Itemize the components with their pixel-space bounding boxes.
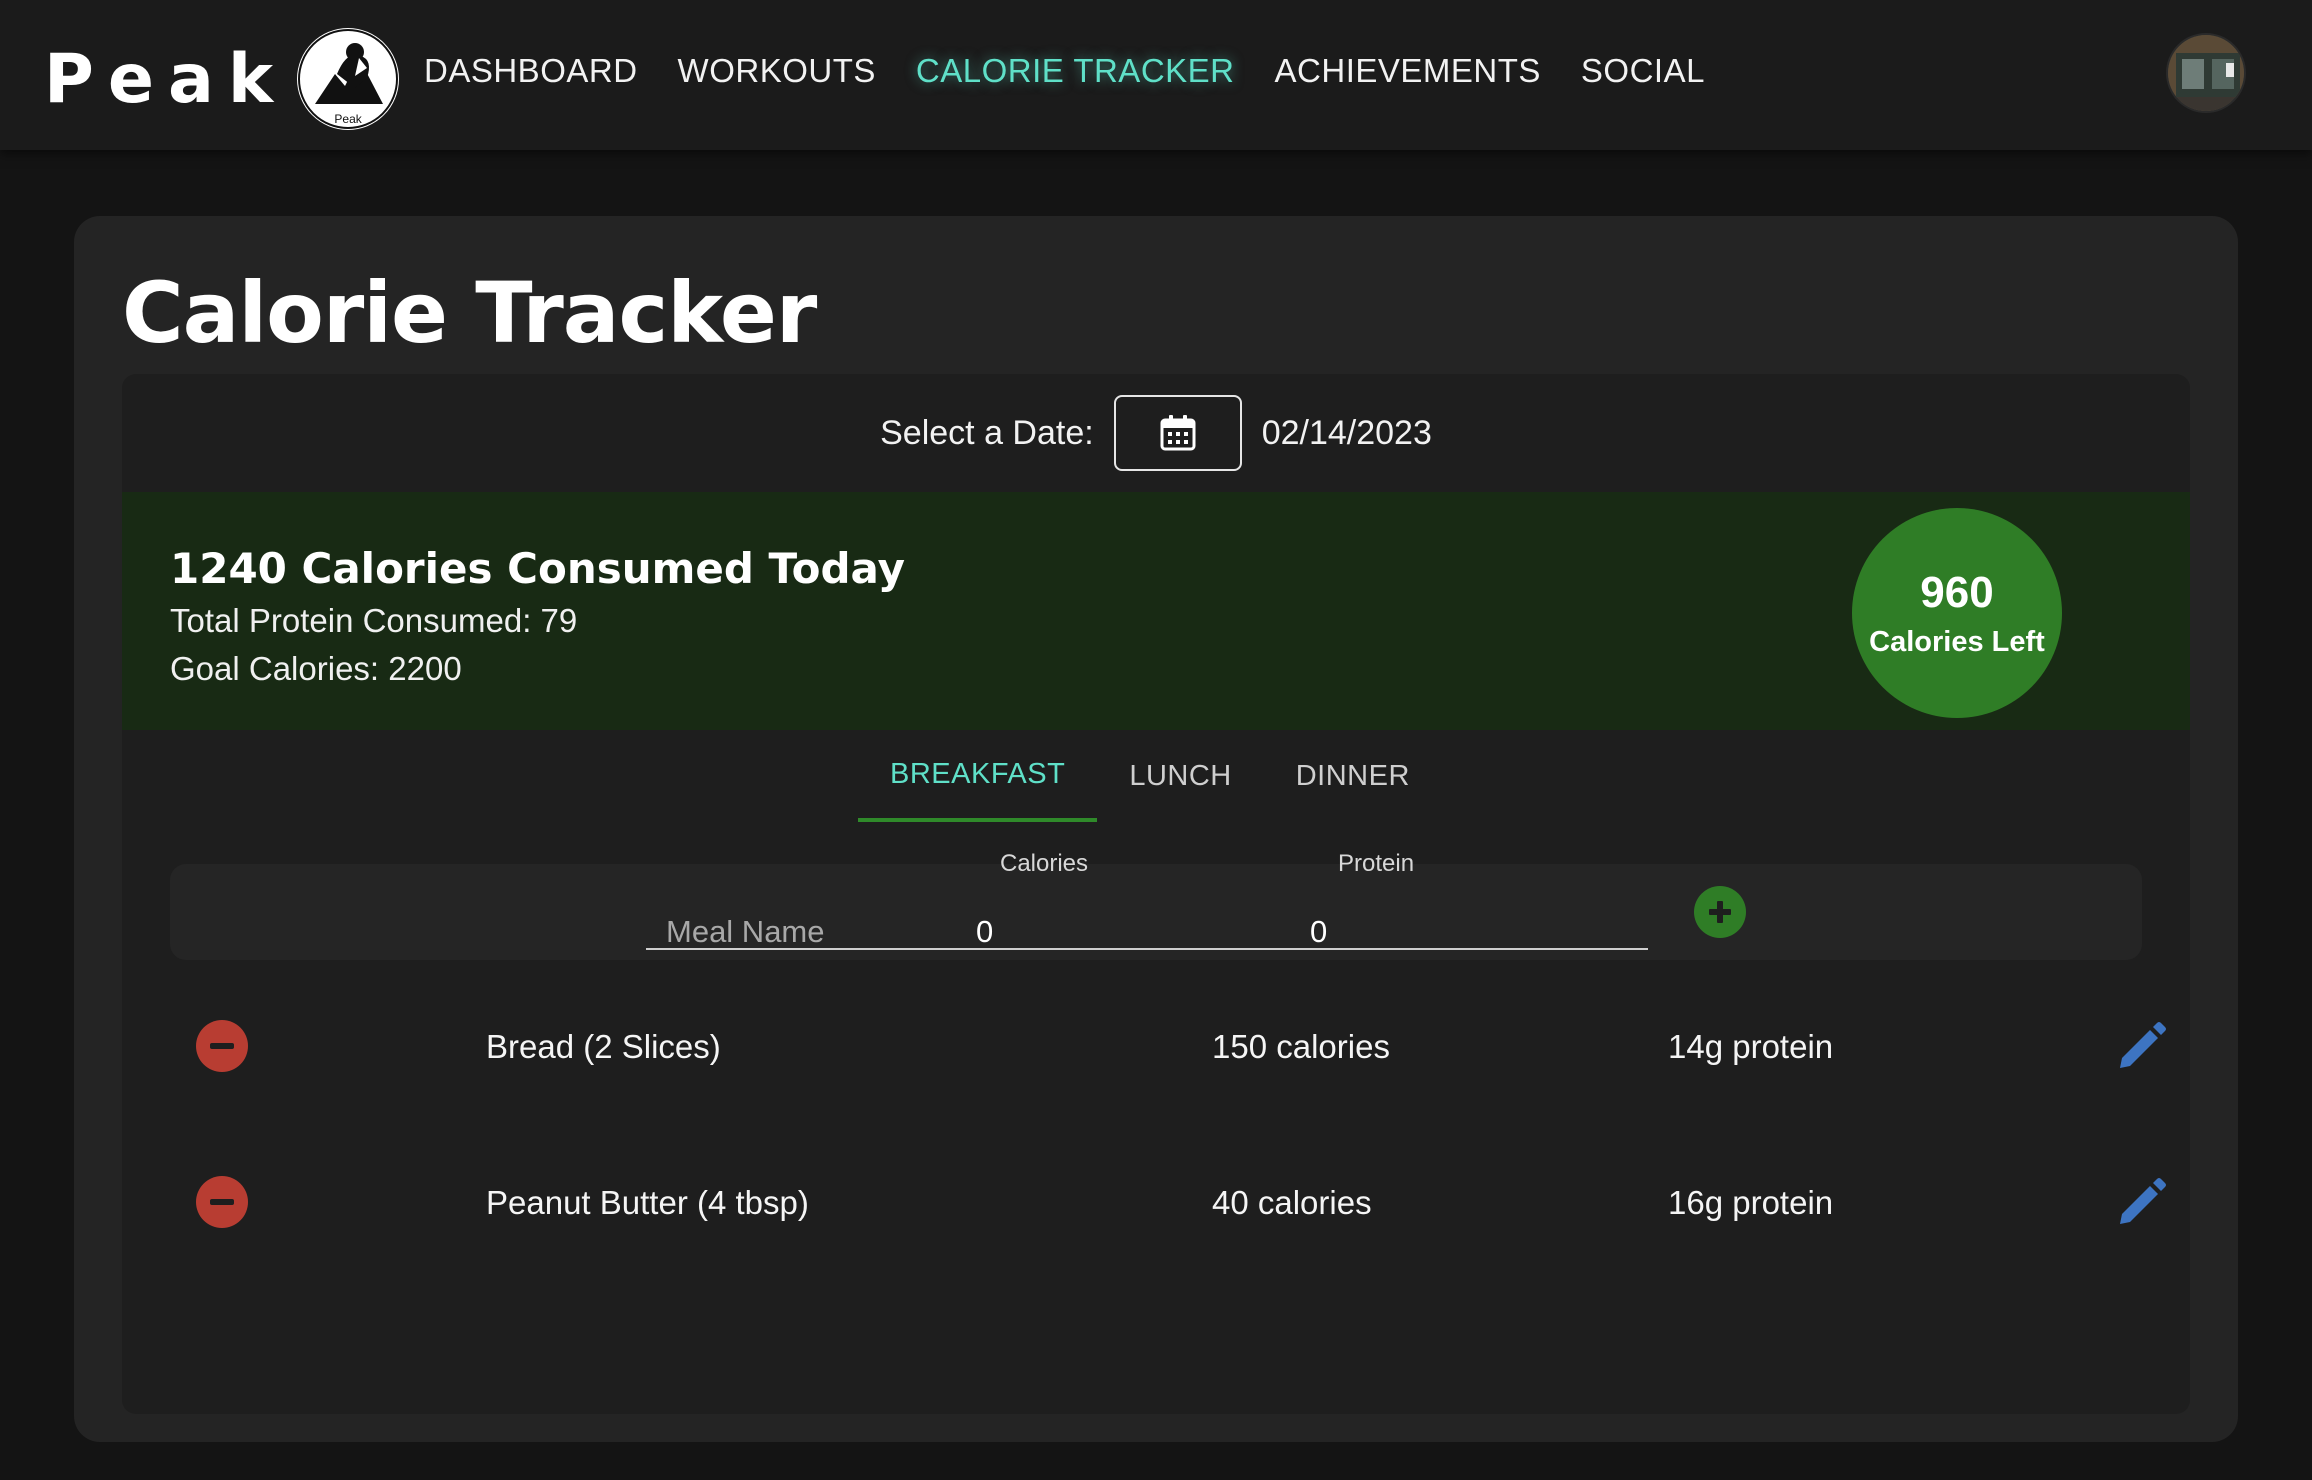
calories-input-label: Calories — [1000, 850, 1089, 877]
tracker-panel: Select a Date: 02/14/2023 1240 Calories … — [122, 374, 2190, 1414]
brand-logo-caption: Peak — [334, 112, 362, 126]
brand[interactable]: Peak Peak — [44, 28, 400, 130]
daily-summary: 1240 Calories Consumed Today Total Prote… — [122, 492, 2190, 730]
remove-meal-button[interactable] — [196, 1176, 248, 1228]
protein-consumed: Total Protein Consumed: 79 — [170, 602, 578, 639]
nav-dashboard[interactable]: DASHBOARD — [424, 52, 638, 90]
calories-left-badge: 960 Calories Left — [1852, 508, 2062, 718]
meal-name: Peanut Butter (4 tbsp) — [486, 1184, 809, 1221]
calorie-tracker-card: Calorie Tracker Select a Date: 02/14/202… — [74, 216, 2238, 1442]
tab-breakfast[interactable]: BREAKFAST — [858, 730, 1098, 822]
add-meal-form: Calories Protein — [170, 850, 2142, 960]
meal-name-input[interactable] — [666, 914, 946, 950]
calories-left-label: Calories Left — [1869, 625, 2045, 658]
tab-dinner[interactable]: DINNER — [1264, 730, 1442, 822]
protein-input[interactable] — [1310, 914, 1610, 950]
meal-row: Peanut Butter (4 tbsp) 40 calories 16g p… — [122, 1146, 2190, 1256]
remove-meal-button[interactable] — [196, 1020, 248, 1072]
minus-icon — [210, 1043, 234, 1049]
pencil-icon — [2120, 1022, 2166, 1068]
tab-lunch[interactable]: LUNCH — [1097, 730, 1263, 822]
calories-left-value: 960 — [1920, 567, 1994, 617]
nav-calorie-tracker[interactable]: CALORIE TRACKER — [916, 52, 1235, 90]
plus-icon — [1709, 901, 1731, 923]
date-label: Select a Date: — [880, 413, 1094, 452]
add-meal-button[interactable] — [1694, 886, 1746, 938]
protein-field: Protein — [1310, 850, 1610, 960]
calories-field: Calories — [976, 850, 1276, 960]
user-avatar[interactable] — [2166, 33, 2246, 113]
calendar-icon — [1160, 415, 1196, 451]
nav-social[interactable]: SOCIAL — [1581, 52, 1705, 90]
brand-logo-icon: Peak — [297, 28, 400, 130]
date-selector: Select a Date: 02/14/2023 — [122, 374, 2190, 492]
meal-tabs: BREAKFAST LUNCH DINNER — [858, 730, 1442, 822]
page-title: Calorie Tracker — [122, 264, 817, 362]
goal-calories: Goal Calories: 2200 — [170, 650, 462, 687]
calendar-button[interactable] — [1113, 395, 1242, 471]
protein-input-label: Protein — [1338, 850, 1415, 877]
pencil-icon — [2120, 1178, 2166, 1224]
edit-meal-button[interactable] — [2114, 1020, 2168, 1074]
meal-calories: 40 calories — [1212, 1184, 1372, 1221]
meal-protein: 14g protein — [1668, 1028, 1834, 1065]
main-nav: DASHBOARD WORKOUTS CALORIE TRACKER ACHIE… — [424, 52, 1745, 90]
top-navigation-bar: Peak Peak DASHBOARD WORKOUTS CALORIE TRA… — [0, 0, 2312, 150]
nav-workouts[interactable]: WORKOUTS — [678, 52, 876, 90]
nav-achievements[interactable]: ACHIEVEMENTS — [1275, 52, 1541, 90]
edit-meal-button[interactable] — [2114, 1176, 2168, 1230]
meal-name-field — [666, 864, 946, 960]
meal-row: Bread (2 Slices) 150 calories 14g protei… — [122, 990, 2190, 1100]
selected-date: 02/14/2023 — [1261, 413, 1432, 452]
minus-icon — [210, 1199, 234, 1205]
calories-consumed-headline: 1240 Calories Consumed Today — [170, 544, 905, 593]
meal-calories: 150 calories — [1212, 1028, 1390, 1065]
calories-input[interactable] — [976, 914, 1276, 950]
brand-name: Peak — [44, 39, 288, 119]
form-underline — [646, 948, 1648, 950]
meal-name: Bread (2 Slices) — [486, 1028, 721, 1065]
meal-protein: 16g protein — [1668, 1184, 1834, 1221]
